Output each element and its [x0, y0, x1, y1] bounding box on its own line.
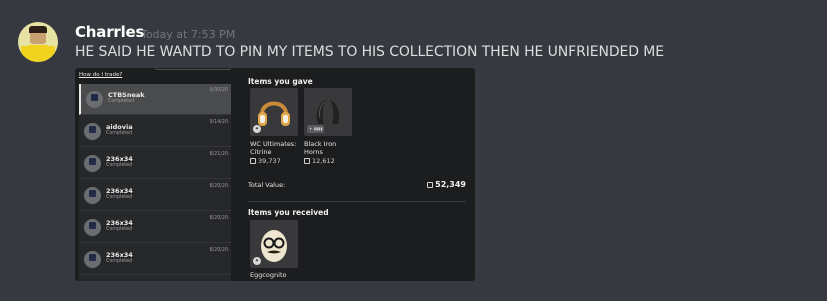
- trade-date: 9/30/20: [209, 88, 229, 93]
- trader-avatar: [84, 219, 101, 236]
- avatar-torso: [26, 45, 50, 62]
- items-gave-title: Items you gave: [248, 77, 313, 86]
- trader-avatar: [84, 155, 101, 172]
- trader-avatar: [86, 91, 103, 108]
- item-name: Eggcognito: [250, 271, 287, 279]
- limited-badge: ✦: [253, 257, 261, 265]
- trade-item[interactable]: 236x34 Completed 8/20/20: [79, 244, 231, 275]
- item-value-text: 39,737: [258, 157, 281, 165]
- trade-item[interactable]: aidovia Completed 9/14/20: [79, 116, 231, 147]
- avatar-arm: [49, 46, 55, 60]
- trader-name: 236x34: [106, 251, 133, 259]
- trade-item[interactable]: 236x34 Completed 8/21/20: [79, 148, 231, 179]
- trader-avatar: [84, 187, 101, 204]
- trade-status: Completed: [106, 259, 133, 264]
- item-card[interactable]: ✦: [250, 88, 298, 136]
- robux-icon: [250, 158, 256, 164]
- message-text: HE SAID HE WANTD TO PIN MY ITEMS TO HIS …: [75, 44, 665, 60]
- item-card[interactable]: ✦ ▮▮▮▮: [304, 88, 352, 136]
- trade-item[interactable]: 236x34 Completed 8/20/20: [79, 212, 231, 243]
- total-value-text: 52,349: [435, 180, 466, 189]
- how-to-trade-link[interactable]: How do I trade?: [79, 72, 122, 78]
- item-value: 12,612: [304, 157, 335, 165]
- username[interactable]: Charrles: [75, 23, 144, 41]
- robux-icon: [427, 182, 434, 188]
- trade-item[interactable]: CTBSneak Completed 9/30/20: [79, 84, 231, 115]
- trade-status: Completed: [108, 99, 135, 104]
- item-name: WC Ultimates: Citrine: [250, 140, 297, 156]
- avatar-hair: [29, 26, 47, 33]
- timestamp: Today at 7:53 PM: [141, 28, 236, 41]
- trade-status: Completed: [106, 195, 133, 200]
- trade-date: 9/14/20: [209, 120, 229, 125]
- trader-avatar: [84, 251, 101, 268]
- trader-name: CTBSneak: [108, 91, 145, 99]
- trader-name: 236x34: [106, 187, 133, 195]
- trade-date: 8/20/20: [209, 248, 229, 253]
- robux-icon: [304, 158, 310, 164]
- trader-name: aidovia: [106, 123, 133, 131]
- total-value: 52,349: [427, 180, 466, 189]
- trade-date: 8/21/20: [209, 152, 229, 157]
- trade-list: CTBSneak Completed 9/30/20 aidovia Compl…: [79, 84, 231, 281]
- filter-dropdown[interactable]: [155, 68, 231, 70]
- trade-status: Completed: [106, 227, 133, 232]
- item-name: Black Iron Horns: [304, 140, 337, 156]
- trader-avatar: [84, 123, 101, 140]
- trade-status: Completed: [106, 131, 133, 136]
- image-attachment[interactable]: How do I trade? CTBSneak Completed 9/30/…: [75, 68, 475, 281]
- trade-detail-panel: Items you gave ✦ ✦ ▮▮▮▮ WC Ultimates: Ci…: [248, 68, 470, 281]
- divider: [248, 201, 466, 202]
- item-value-text: 12,612: [312, 157, 335, 165]
- limited-u-badge: ✦ ▮▮▮▮: [307, 125, 325, 133]
- trader-name: 236x34: [106, 155, 133, 163]
- trade-item[interactable]: 236x34 Completed 8/20/20: [79, 180, 231, 211]
- avatar-arm: [21, 46, 27, 60]
- trade-status: Completed: [106, 163, 133, 168]
- limited-badge: ✦: [253, 125, 261, 133]
- trade-date: 8/20/20: [209, 216, 229, 221]
- message-avatar[interactable]: [18, 22, 58, 62]
- items-received-title: Items you received: [248, 208, 329, 217]
- total-value-label: Total Value:: [248, 181, 286, 189]
- trader-name: 236x34: [106, 219, 133, 227]
- item-card[interactable]: ✦: [250, 220, 298, 268]
- item-value: 39,737: [250, 157, 281, 165]
- trade-date: 8/20/20: [209, 184, 229, 189]
